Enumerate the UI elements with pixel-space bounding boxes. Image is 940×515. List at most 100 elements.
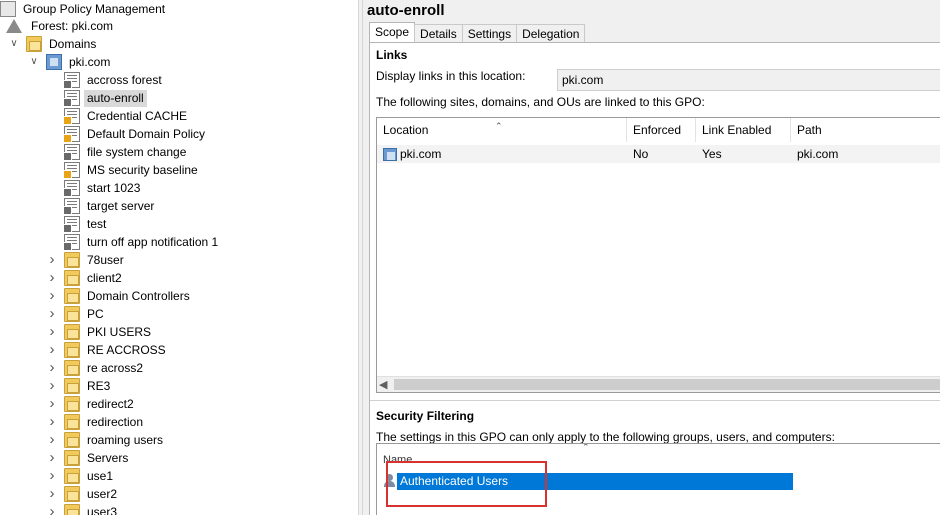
tree-gpo-link[interactable]: start 1023 <box>63 179 143 197</box>
chevron-right-icon[interactable]: › <box>46 378 58 393</box>
tree-gpo-link[interactable]: target server <box>63 197 157 215</box>
tree-ou[interactable]: › use1 <box>46 467 116 485</box>
tree-gpo-link[interactable]: file system change <box>63 143 189 161</box>
tree-ou-label: user2 <box>87 486 118 501</box>
tree-gpo-label: Credential CACHE <box>87 108 188 123</box>
tree-ou[interactable]: › user3 <box>46 503 120 515</box>
column-path[interactable]: Path <box>791 118 940 142</box>
cell-link-enabled: Yes <box>702 147 722 161</box>
ou-folder-icon <box>64 378 80 394</box>
scrollbar-thumb[interactable] <box>394 379 940 390</box>
tree-gpo-label: start 1023 <box>87 180 141 195</box>
gpo-details-panel: auto-enroll Scope Details Settings Deleg… <box>363 0 940 515</box>
tree-ou[interactable]: › re across2 <box>46 359 146 377</box>
tree-forest[interactable]: Forest: pki.com <box>6 17 116 35</box>
chevron-right-icon[interactable]: › <box>46 306 58 321</box>
tree-gpo-link[interactable]: Default Domain Policy <box>63 125 208 143</box>
tree-ou-label: client2 <box>87 270 122 285</box>
sort-ascending-icon: ⌃ <box>495 121 503 131</box>
tree-gpo-label: turn off app notification 1 <box>87 234 219 249</box>
tree-ou-label: PKI USERS <box>87 324 152 339</box>
tree-ou-label: 78user <box>87 252 124 267</box>
tree-ou[interactable]: › 78user <box>46 251 127 269</box>
tree-ou[interactable]: › PKI USERS <box>46 323 154 341</box>
security-filtering-description: The settings in this GPO can only apply … <box>376 430 835 444</box>
chevron-right-icon[interactable]: › <box>46 270 58 285</box>
tree-domains[interactable]: ∨ Domains <box>8 35 99 53</box>
tree-ou[interactable]: › Servers <box>46 449 131 467</box>
chevron-right-icon[interactable]: › <box>46 468 58 483</box>
tab-settings[interactable]: Settings <box>461 24 518 43</box>
tree-gpo-label: Default Domain Policy <box>87 126 206 141</box>
tree-ou[interactable]: › user2 <box>46 485 120 503</box>
tree-root-label: Group Policy Management <box>23 1 166 16</box>
gpo-title: auto-enroll <box>367 2 445 19</box>
ou-folder-icon <box>64 252 80 268</box>
tree-ou[interactable]: › client2 <box>46 269 125 287</box>
tree-ou[interactable]: › RE3 <box>46 377 113 395</box>
section-divider <box>370 400 940 401</box>
column-enforced[interactable]: Enforced <box>627 118 696 142</box>
ou-folder-icon <box>64 486 80 502</box>
chevron-right-icon[interactable]: › <box>46 288 58 303</box>
chevron-right-icon[interactable]: › <box>46 324 58 339</box>
link-row[interactable]: pki.com No Yes pki.com <box>377 145 940 163</box>
tree-ou[interactable]: › PC <box>46 305 107 323</box>
ou-folder-icon <box>64 468 80 484</box>
column-link-enabled[interactable]: Link Enabled <box>696 118 791 142</box>
chevron-right-icon[interactable]: › <box>46 504 58 515</box>
chevron-right-icon[interactable]: › <box>46 486 58 501</box>
domain-icon <box>46 54 62 70</box>
column-location-label: Location <box>383 123 429 137</box>
links-list[interactable]: Location ⌃ Enforced Link Enabled Path pk… <box>376 117 940 393</box>
tree-gpo-label: file system change <box>87 144 187 159</box>
tree-ou[interactable]: › redirect2 <box>46 395 137 413</box>
ou-folder-icon <box>64 324 80 340</box>
ou-folder-icon <box>64 396 80 412</box>
group-policy-management-icon <box>0 1 16 17</box>
tree-gpo-link[interactable]: Credential CACHE <box>63 107 190 125</box>
ou-folder-icon <box>64 432 80 448</box>
display-links-location-select[interactable]: pki.com <box>557 69 940 91</box>
tab-scope[interactable]: Scope <box>369 22 416 43</box>
tree-gpo-label: auto-enroll <box>84 89 147 107</box>
horizontal-scrollbar[interactable]: ◀ <box>377 376 940 392</box>
gpo-navigation-tree[interactable]: Group Policy Management Forest: pki.com … <box>0 0 358 515</box>
scroll-left-icon[interactable]: ◀ <box>379 378 387 391</box>
tab-details[interactable]: Details <box>414 24 463 43</box>
tree-ou-label: user3 <box>87 504 118 515</box>
chevron-right-icon[interactable]: › <box>46 360 58 375</box>
security-filtering-heading: Security Filtering <box>376 409 475 423</box>
tree-ou[interactable]: › redirection <box>46 413 146 431</box>
cell-enforced: No <box>633 147 649 161</box>
tab-delegation[interactable]: Delegation <box>516 24 586 43</box>
column-location[interactable]: Location ⌃ <box>377 118 627 142</box>
cell-location: pki.com <box>400 147 442 161</box>
tree-ou[interactable]: › Domain Controllers <box>46 287 193 305</box>
chevron-right-icon[interactable]: › <box>46 342 58 357</box>
tree-gpo-link[interactable]: turn off app notification 1 <box>63 233 221 251</box>
tree-gpo-link[interactable]: auto-enroll <box>63 89 147 107</box>
chevron-down-icon[interactable]: ∨ <box>8 38 20 50</box>
tree-gpo-link[interactable]: accross forest <box>63 71 165 89</box>
tree-gpo-link[interactable]: test <box>63 215 109 233</box>
tree-ou-label: roaming users <box>87 432 164 447</box>
tree-gpo-label: test <box>87 216 107 231</box>
tree-gpo-link[interactable]: MS security baseline <box>63 161 201 179</box>
chevron-right-icon[interactable]: › <box>46 396 58 411</box>
gpo-link-enforced-icon <box>63 126 80 143</box>
chevron-down-icon[interactable]: ∨ <box>28 56 40 68</box>
tree-domain[interactable]: ∨ pki.com <box>28 53 113 71</box>
tree-ou[interactable]: › RE ACCROSS <box>46 341 169 359</box>
chevron-right-icon[interactable]: › <box>46 450 58 465</box>
tree-root[interactable]: Group Policy Management <box>0 0 168 18</box>
tree-ou[interactable]: › roaming users <box>46 431 166 449</box>
ou-folder-icon <box>64 504 80 515</box>
ou-folder-icon <box>64 342 80 358</box>
chevron-right-icon[interactable]: › <box>46 252 58 267</box>
chevron-right-icon[interactable]: › <box>46 432 58 447</box>
ou-folder-icon <box>64 270 80 286</box>
chevron-right-icon[interactable]: › <box>46 414 58 429</box>
gpo-link-icon <box>63 234 80 251</box>
gpo-link-icon <box>63 180 80 197</box>
